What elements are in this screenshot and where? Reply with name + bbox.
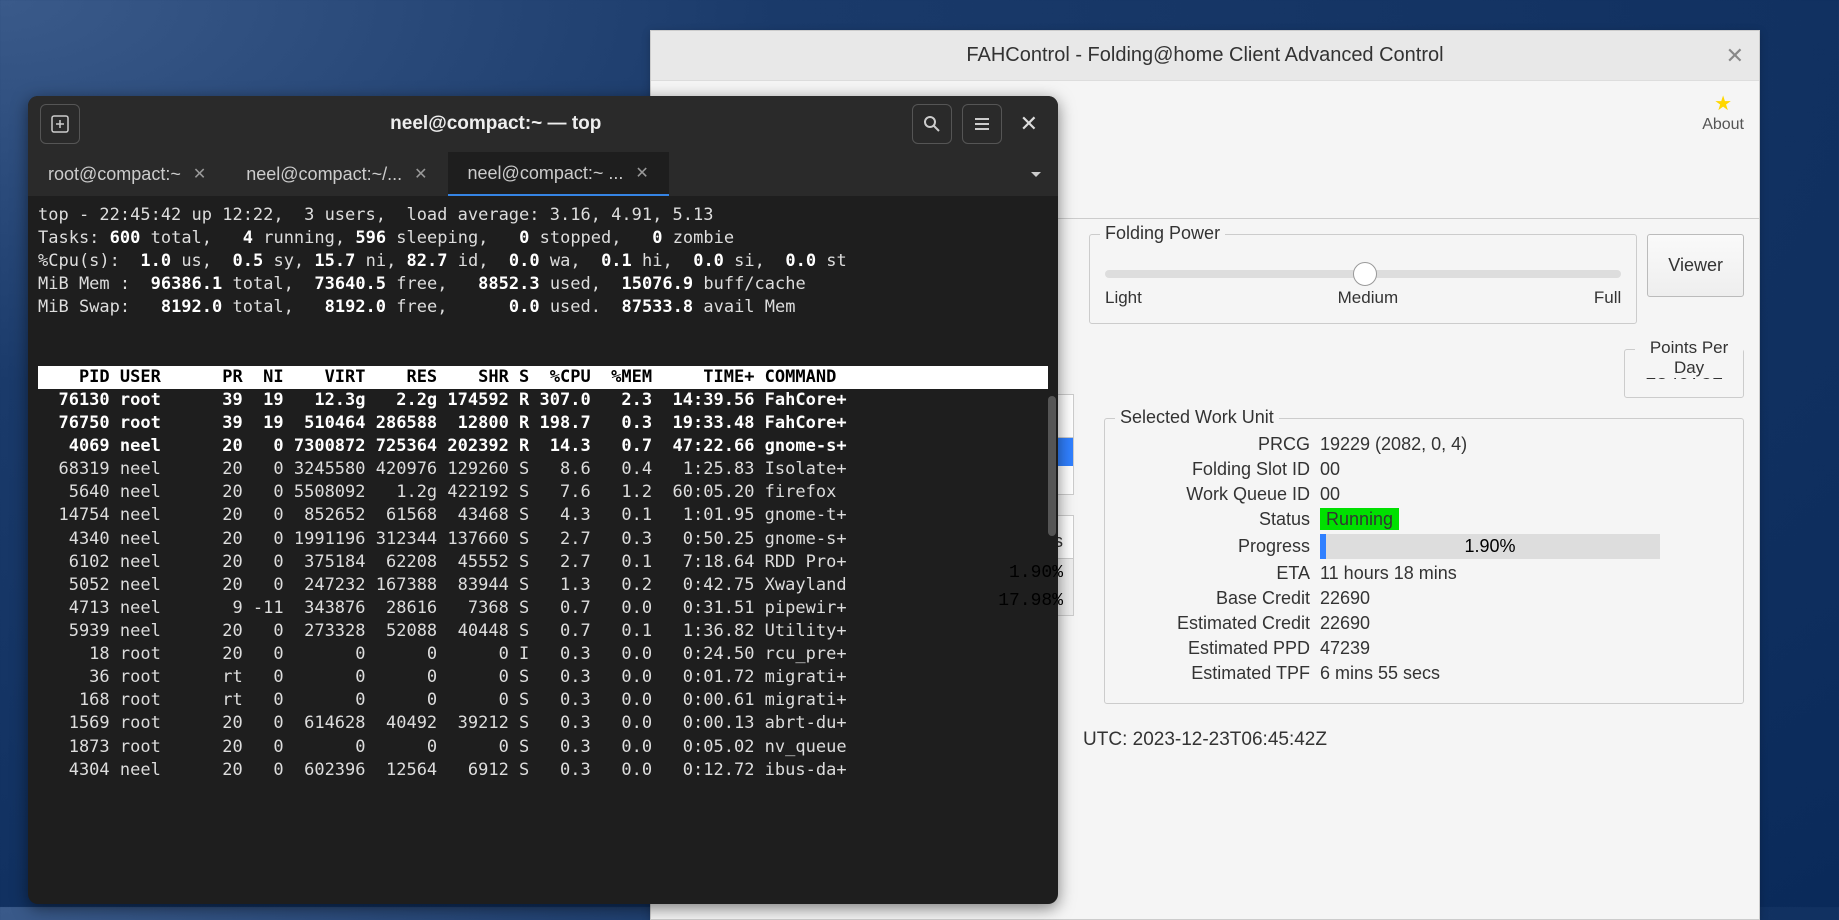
terminal-tabs: root@compact:~✕neel@compact:~/...✕neel@c… [28,152,1058,196]
search-icon [923,115,941,133]
process-row: 4713 neel 9 -11 343876 28616 7368 S 0.7 … [38,597,1048,620]
tab-close-icon[interactable]: ✕ [635,163,648,183]
wu-est-ppd: 47239 [1320,638,1370,659]
scrollbar-thumb[interactable] [1048,396,1056,536]
process-row: 5939 neel 20 0 273328 52088 40448 S 0.7 … [38,620,1048,643]
process-row: 36 root rt 0 0 0 0 S 0.3 0.0 0:01.72 mig… [38,666,1048,689]
tab-close-icon[interactable]: ✕ [193,164,206,184]
process-row: 76130 root 39 19 12.3g 2.2g 174592 R 307… [38,389,1048,412]
terminal-body[interactable]: top - 22:45:42 up 12:22, 3 users, load a… [28,196,1058,790]
top-summary-line: MiB Mem : 96386.1 total, 73640.5 free, 8… [38,273,1048,296]
ppd-box: Points Per Day 1349781 [1624,349,1744,398]
new-tab-button[interactable] [40,104,80,144]
top-summary-line: %Cpu(s): 1.0 us, 0.5 sy, 15.7 ni, 82.7 i… [38,250,1048,273]
hamburger-icon [973,115,991,133]
star-icon: ★ [1702,91,1744,116]
process-row: 168 root rt 0 0 0 0 S 0.3 0.0 0:00.61 mi… [38,689,1048,712]
top-summary-line: top - 22:45:42 up 12:22, 3 users, load a… [38,204,1048,227]
work-unit-box: Selected Work Unit PRCG19229 (2082, 0, 4… [1104,418,1744,704]
terminal-window: neel@compact:~ — top ✕ root@compact:~✕ne… [28,96,1058,904]
top-summary-line: Tasks: 600 total, 4 running, 596 sleepin… [38,227,1048,250]
process-row: 76750 root 39 19 510464 286588 12800 R 1… [38,412,1048,435]
process-row: 14754 neel 20 0 852652 61568 43468 S 4.3… [38,504,1048,527]
terminal-tab-2[interactable]: neel@compact:~ ...✕ [448,152,669,196]
wu-progress-bar: 1.90% [1320,534,1660,559]
fah-titlebar: FAHControl - Folding@home Client Advance… [651,31,1759,81]
wu-prcg: 19229 (2082, 0, 4) [1320,434,1467,455]
wu-base-credit: 22690 [1320,588,1370,609]
terminal-title: neel@compact:~ — top [90,113,902,135]
search-button[interactable] [912,104,952,144]
process-row: 1569 root 20 0 614628 40492 39212 S 0.3 … [38,712,1048,735]
top-header-row: PID USER PR NI VIRT RES SHR S %CPU %MEM … [38,366,1048,389]
wu-status: Running [1320,508,1399,530]
process-row: 18 root 20 0 0 0 0 I 0.3 0.0 0:24.50 rcu… [38,643,1048,666]
viewer-button[interactable]: Viewer [1647,234,1744,297]
terminal-tab-0[interactable]: root@compact:~✕ [28,152,226,196]
terminal-tab-1[interactable]: neel@compact:~/...✕ [226,152,447,196]
process-row: 4340 neel 20 0 1991196 312344 137660 S 2… [38,528,1048,551]
chevron-down-icon [1029,167,1043,181]
wu-est-tpf: 6 mins 55 secs [1320,663,1440,684]
process-row: 5052 neel 20 0 247232 167388 83944 S 1.3… [38,574,1048,597]
process-row: 4069 neel 20 0 7300872 725364 202392 R 1… [38,435,1048,458]
tab-close-icon[interactable]: ✕ [414,164,427,184]
fah-window-title: FAHControl - Folding@home Client Advance… [966,44,1443,67]
menu-button[interactable] [962,104,1002,144]
process-row: 1873 root 20 0 0 0 0 S 0.3 0.0 0:05.02 n… [38,736,1048,759]
wu-eta: 11 hours 18 mins [1320,563,1457,584]
wu-queue-id: 00 [1320,484,1340,505]
process-row: 4304 neel 20 0 602396 12564 6912 S 0.3 0… [38,759,1048,782]
terminal-close-icon[interactable]: ✕ [1012,103,1046,145]
folding-power-box: Folding Power Light Medium Full [1089,234,1637,324]
close-icon[interactable]: ✕ [1726,43,1744,69]
wu-slot-id: 00 [1320,459,1340,480]
tab-dropdown-button[interactable] [1014,152,1058,196]
wu-est-credit: 22690 [1320,613,1370,634]
top-summary-line: MiB Swap: 8192.0 total, 8192.0 free, 0.0… [38,296,1048,319]
plus-box-icon [51,115,69,133]
process-row: 5640 neel 20 0 5508092 1.2g 422192 S 7.6… [38,481,1048,504]
fah-center-panel: Folding Power Light Medium Full Viewer P… [1089,234,1744,704]
folding-power-slider[interactable] [1105,270,1621,278]
process-row: 68319 neel 20 0 3245580 420976 129260 S … [38,458,1048,481]
about-button[interactable]: ★ About [1702,91,1744,134]
process-row: 6102 neel 20 0 375184 62208 45552 S 2.7 … [38,551,1048,574]
slider-thumb[interactable] [1353,262,1377,286]
terminal-titlebar: neel@compact:~ — top ✕ [28,96,1058,152]
